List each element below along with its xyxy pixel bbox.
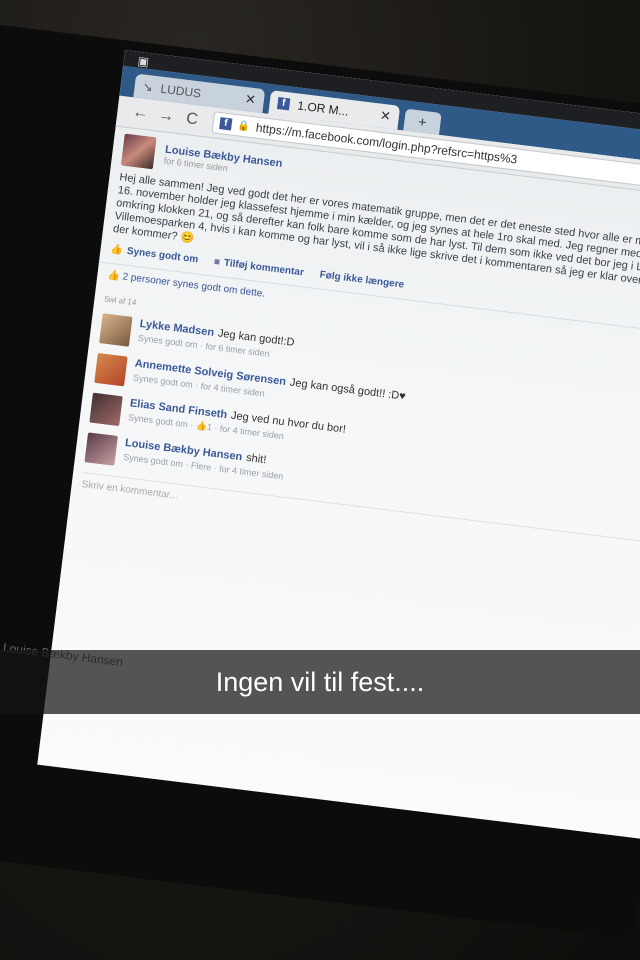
- avatar[interactable]: [120, 133, 157, 170]
- arrow-icon: ↘: [141, 79, 154, 95]
- new-tab-button[interactable]: +: [403, 108, 442, 135]
- close-icon[interactable]: ✕: [244, 91, 257, 108]
- thumbs-up-icon: 👍: [106, 269, 124, 283]
- facebook-icon: f: [219, 117, 233, 131]
- recent-apps-icon[interactable]: ▣: [137, 54, 150, 69]
- like-button[interactable]: 👍 Synes godt om: [110, 244, 199, 266]
- avatar[interactable]: [99, 313, 133, 347]
- reload-icon[interactable]: C: [178, 109, 206, 130]
- comment-text: shit!: [245, 451, 267, 467]
- avatar[interactable]: [84, 432, 118, 466]
- avatar[interactable]: [89, 392, 123, 427]
- lock-icon: 🔒: [236, 119, 251, 133]
- comment-icon: ■: [213, 256, 221, 269]
- caption-text: Ingen vil til fest....: [215, 666, 425, 697]
- page-content: Louise Bækby Hansen for 6 timer siden He…: [71, 126, 640, 564]
- close-icon[interactable]: ✕: [379, 108, 392, 125]
- tab-label: 1.OR M...: [296, 98, 350, 119]
- unfollow-button[interactable]: Følg ikke længere: [319, 269, 405, 290]
- forward-icon[interactable]: →: [152, 106, 180, 127]
- tablet-screen: ▣ ↘ LUDUS ✕ f 1.OR M... ✕ + ← → C f 🔒 ht…: [37, 50, 640, 841]
- facebook-icon: f: [276, 97, 291, 111]
- caption-bar: Ingen vil til fest....: [0, 650, 640, 714]
- thumbs-up-icon: 👍: [109, 243, 124, 257]
- tab-label: LUDUS: [159, 81, 202, 101]
- comment-button[interactable]: ■ Tilføj kommentar: [213, 256, 304, 278]
- avatar[interactable]: [94, 352, 128, 387]
- back-icon[interactable]: ←: [126, 103, 154, 124]
